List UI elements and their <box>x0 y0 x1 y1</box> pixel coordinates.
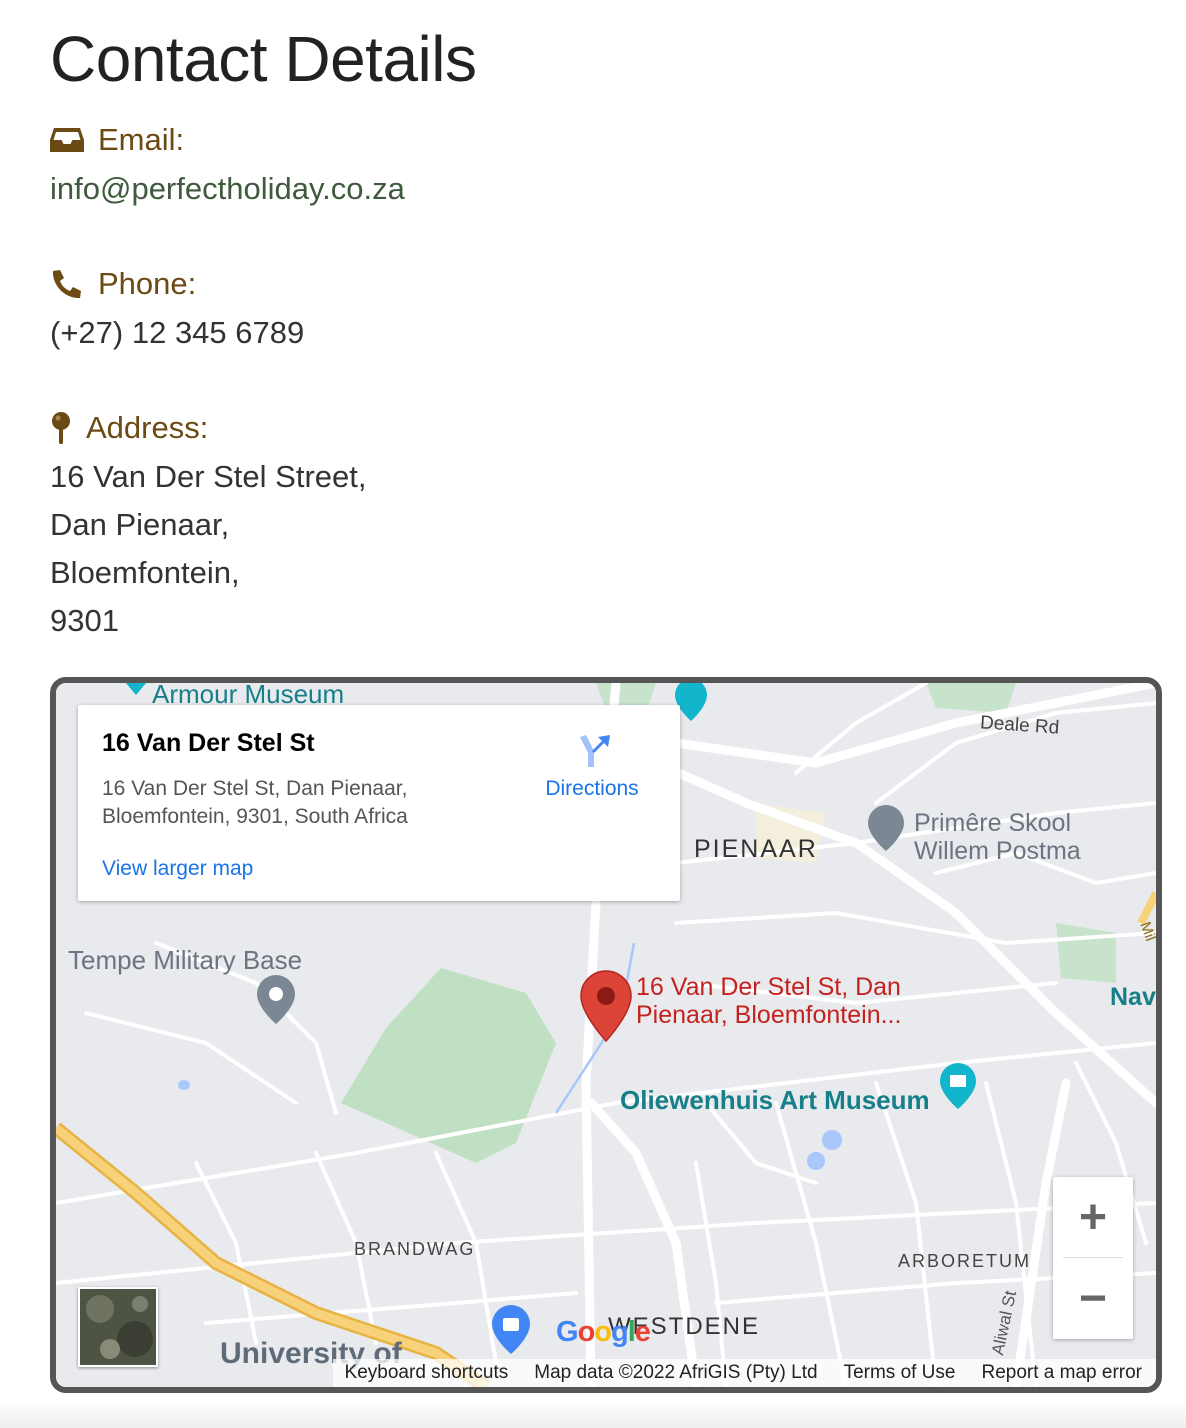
map-data-attribution: Map data ©2022 AfriGIS (Pty) Ltd <box>534 1362 818 1383</box>
address-line: Dan Pienaar, <box>50 507 230 542</box>
address-line: 16 Van Der Stel Street, <box>50 459 367 494</box>
directions-icon <box>534 729 650 769</box>
directions-button[interactable]: Directions <box>534 729 650 801</box>
info-title: 16 Van Der Stel St <box>102 729 315 757</box>
school-line1: Primêre Skool <box>914 809 1071 837</box>
satellite-thumbnail-icon <box>80 1289 156 1365</box>
pin-label-line1: 16 Van Der Stel St, Dan <box>636 973 901 1001</box>
keyboard-shortcuts-link[interactable]: Keyboard shortcuts <box>345 1362 509 1384</box>
zoom-controls: + − <box>1053 1177 1133 1339</box>
page-title: Contact Details <box>50 23 477 95</box>
view-larger-map-link[interactable]: View larger map <box>102 857 253 881</box>
email-label-row: Email: <box>50 122 184 158</box>
page-bottom-edge <box>0 1400 1186 1428</box>
phone-value[interactable]: (+27) 12 345 6789 <box>50 309 304 357</box>
place-nav[interactable]: Nav <box>1110 983 1156 1012</box>
place-tempe[interactable]: Tempe Military Base <box>68 945 302 976</box>
info-address-line2: Bloemfontein, 9301, South Africa <box>102 805 408 828</box>
google-logo: Google <box>556 1316 651 1348</box>
school-line2: Willem Postma <box>914 837 1081 865</box>
inbox-icon <box>50 126 84 154</box>
info-address: 16 Van Der Stel St, Dan Pienaar, Bloemfo… <box>102 775 482 831</box>
address-label: Address: <box>86 410 209 445</box>
map-footer: Keyboard shortcuts Map data ©2022 AfriGI… <box>332 1359 1156 1387</box>
satellite-toggle[interactable] <box>78 1287 158 1367</box>
email-value[interactable]: info@perfectholiday.co.za <box>50 165 405 213</box>
info-address-line1: 16 Van Der Stel St, Dan Pienaar, <box>102 777 408 800</box>
phone-icon <box>50 268 84 300</box>
address-line: 9301 <box>50 603 119 638</box>
address-line: Bloemfontein, <box>50 555 240 590</box>
pin-label[interactable]: 16 Van Der Stel St, Dan Pienaar, Bloemfo… <box>636 973 901 1029</box>
area-arboretum: ARBORETUM <box>898 1251 1032 1271</box>
zoom-in-button[interactable]: + <box>1053 1177 1133 1257</box>
map-info-window: 16 Van Der Stel St 16 Van Der Stel St, D… <box>78 705 680 901</box>
location-pin-icon[interactable] <box>580 970 632 1047</box>
place-oliewenhuis[interactable]: Oliewenhuis Art Museum <box>620 1085 930 1116</box>
directions-label: Directions <box>545 777 639 800</box>
terms-link[interactable]: Terms of Use <box>844 1362 956 1384</box>
area-brandwag: BRANDWAG <box>354 1239 476 1259</box>
zoom-out-button[interactable]: − <box>1053 1258 1133 1338</box>
email-label: Email: <box>98 122 185 157</box>
pin-label-line2: Pienaar, Bloemfontein... <box>636 1001 902 1029</box>
place-school[interactable]: Primêre Skool Willem Postma <box>914 809 1081 865</box>
map-pin-icon <box>50 411 72 445</box>
address-label-row: Address: <box>50 410 208 446</box>
report-error-link[interactable]: Report a map error <box>981 1362 1142 1384</box>
phone-label: Phone: <box>98 266 197 301</box>
area-pienaar: PIENAAR <box>694 835 818 863</box>
phone-label-row: Phone: <box>50 266 196 302</box>
embedded-map[interactable]: Armour Museum Deale Rd PIENAAR Primêre S… <box>50 677 1162 1393</box>
